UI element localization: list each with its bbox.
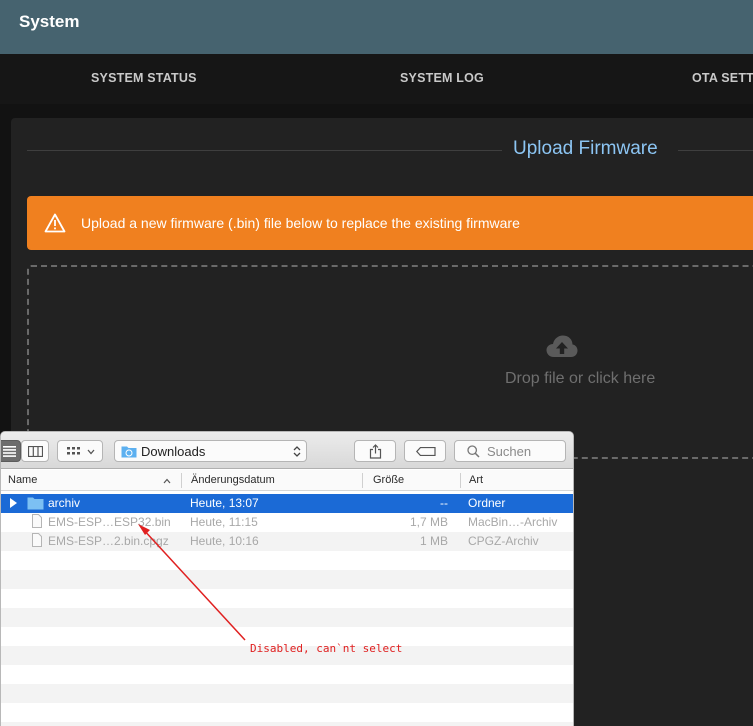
column-header-row: Name Änderungsdatum Größe Art bbox=[1, 470, 573, 491]
file-size: 1 MB bbox=[419, 534, 448, 548]
downloads-folder-icon bbox=[121, 446, 137, 458]
column-date[interactable]: Änderungsdatum bbox=[191, 474, 275, 486]
cloud-upload-icon bbox=[546, 335, 578, 357]
file-name: EMS-ESP…2.bin.cpgz bbox=[48, 534, 169, 548]
group-view-button[interactable] bbox=[57, 440, 103, 462]
empty-row bbox=[1, 570, 573, 589]
empty-row bbox=[1, 703, 573, 722]
search-field[interactable]: Suchen bbox=[454, 440, 566, 462]
header-divider-left bbox=[27, 150, 502, 151]
alert-message: Upload a new firmware (.bin) file below … bbox=[81, 215, 520, 231]
file-picker-window: Downloads Suchen Name Änderungsdatum Grö… bbox=[0, 431, 574, 726]
tab-bar: SYSTEM STATUS SYSTEM LOG OTA SETT bbox=[0, 54, 753, 104]
app-bar: System bbox=[0, 0, 753, 54]
column-kind[interactable]: Art bbox=[469, 474, 483, 486]
file-kind: Ordner bbox=[468, 496, 506, 510]
share-icon bbox=[369, 444, 382, 459]
empty-row bbox=[1, 608, 573, 627]
file-name: archiv bbox=[48, 496, 81, 510]
empty-row bbox=[1, 589, 573, 608]
empty-row bbox=[1, 665, 573, 684]
location-select[interactable]: Downloads bbox=[114, 440, 307, 462]
column-size[interactable]: Größe bbox=[373, 474, 404, 486]
header-divider-right bbox=[678, 150, 753, 151]
file-row-bin: EMS-ESP…ESP32.bin Heute, 11:15 1,7 MB Ma… bbox=[1, 513, 573, 532]
tab-system-status[interactable]: SYSTEM STATUS bbox=[91, 71, 197, 85]
column-separator bbox=[362, 473, 363, 488]
file-date: Heute, 13:07 bbox=[190, 496, 259, 510]
file-name: EMS-ESP…ESP32.bin bbox=[48, 515, 171, 529]
list-view-button[interactable] bbox=[1, 440, 21, 462]
file-row-archiv[interactable]: archiv Heute, 13:07 -- Ordner bbox=[1, 494, 573, 513]
chevron-down-icon bbox=[87, 449, 95, 455]
column-view-icon bbox=[28, 446, 43, 457]
file-size: 1,7 MB bbox=[409, 515, 448, 529]
share-button[interactable] bbox=[354, 440, 396, 462]
disclosure-triangle-icon[interactable] bbox=[10, 498, 17, 508]
document-icon bbox=[32, 514, 42, 528]
tag-button[interactable] bbox=[404, 440, 446, 462]
empty-row bbox=[1, 551, 573, 570]
list-view-icon bbox=[3, 446, 16, 457]
column-separator bbox=[181, 473, 182, 488]
column-name[interactable]: Name bbox=[8, 474, 37, 486]
file-size: -- bbox=[440, 496, 448, 510]
document-icon bbox=[32, 533, 42, 547]
column-view-button[interactable] bbox=[21, 440, 49, 462]
empty-row bbox=[1, 722, 573, 726]
search-icon bbox=[467, 445, 480, 458]
tag-icon bbox=[416, 447, 436, 456]
file-kind: CPGZ-Archiv bbox=[468, 534, 539, 548]
file-date: Heute, 11:15 bbox=[190, 515, 258, 529]
tab-system-log[interactable]: SYSTEM LOG bbox=[400, 71, 484, 85]
search-placeholder: Suchen bbox=[487, 444, 532, 459]
drop-hint: Drop file or click here bbox=[505, 370, 656, 387]
tab-ota-settings[interactable]: OTA SETT bbox=[692, 71, 753, 85]
file-list: archiv Heute, 13:07 -- Ordner EMS-ESP…ES… bbox=[1, 494, 573, 726]
finder-toolbar: Downloads Suchen bbox=[1, 432, 573, 469]
location-label: Downloads bbox=[141, 444, 206, 459]
updown-chevron-icon bbox=[293, 446, 301, 457]
warning-icon bbox=[44, 213, 66, 233]
file-kind: MacBin…-Archiv bbox=[468, 515, 558, 529]
page-title: System bbox=[19, 12, 80, 31]
column-separator bbox=[460, 473, 461, 488]
file-date: Heute, 10:16 bbox=[190, 534, 259, 548]
annotation-note: Disabled, can`nt select bbox=[250, 642, 403, 655]
grid-icon bbox=[67, 447, 80, 455]
folder-icon bbox=[27, 497, 44, 510]
upload-firmware-title: Upload Firmware bbox=[513, 138, 658, 159]
file-row-cpgz: EMS-ESP…2.bin.cpgz Heute, 10:16 1 MB CPG… bbox=[1, 532, 573, 551]
file-dropzone[interactable] bbox=[27, 265, 753, 459]
warning-alert: Upload a new firmware (.bin) file below … bbox=[27, 196, 753, 250]
empty-row bbox=[1, 684, 573, 703]
sort-chevron-icon bbox=[163, 478, 171, 484]
